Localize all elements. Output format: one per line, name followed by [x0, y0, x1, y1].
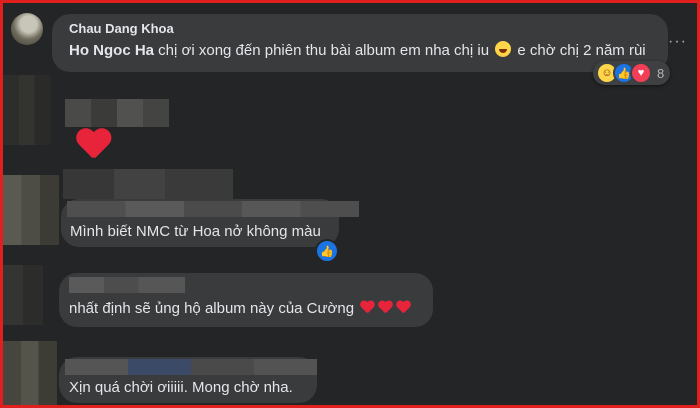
- reaction-count: 8: [657, 65, 665, 81]
- comment-text: nhất định sẽ ủng hộ album này của Cường: [69, 300, 412, 317]
- blurred-avatar: [3, 175, 59, 245]
- comment-text: Mình biết NMC từ Hoa nở không màu: [70, 223, 321, 240]
- blurred-avatar: [3, 341, 57, 405]
- love-reaction-icon: ♥: [630, 62, 652, 84]
- comment-text-part: chị ơi xong đến phiên thu bài album em n…: [154, 42, 494, 59]
- avatar[interactable]: [11, 13, 43, 45]
- blurred-name: [69, 277, 185, 293]
- blurred-name: [67, 201, 359, 217]
- comment-text-part: e chờ chị 2 năm rùi: [513, 42, 646, 59]
- heart-emoji-icon: [396, 301, 410, 315]
- blurred-name: [63, 169, 233, 199]
- blurred-name: [65, 99, 169, 127]
- reaction-summary[interactable]: ☺ 👍 ♥ 8: [593, 61, 671, 85]
- comments-panel: Chau Dang Khoa Ho Ngoc Ha chị ơi xong đế…: [3, 3, 697, 405]
- blurred-avatar: [3, 265, 43, 325]
- heart-emoji-icon: [378, 301, 392, 315]
- comment-text: Ho Ngoc Ha chị ơi xong đến phiên thu bài…: [69, 41, 646, 59]
- blurred-avatar: [3, 75, 51, 145]
- more-options-icon[interactable]: ···: [668, 33, 687, 51]
- heart-emoji-icon: [71, 127, 114, 170]
- heart-emoji-icon: [360, 301, 374, 315]
- comment-text: Xịn quá chời ơiiiii. Mong chờ nha.: [69, 379, 293, 396]
- mention-link[interactable]: Ho Ngoc Ha: [69, 42, 154, 59]
- laughing-emoji-icon: [495, 41, 512, 57]
- blurred-name: [65, 359, 317, 375]
- comment-author[interactable]: Chau Dang Khoa: [69, 21, 174, 36]
- comment-text-part: nhất định sẽ ủng hộ album này của Cường: [69, 300, 355, 317]
- like-reaction-icon[interactable]: 👍: [315, 239, 339, 263]
